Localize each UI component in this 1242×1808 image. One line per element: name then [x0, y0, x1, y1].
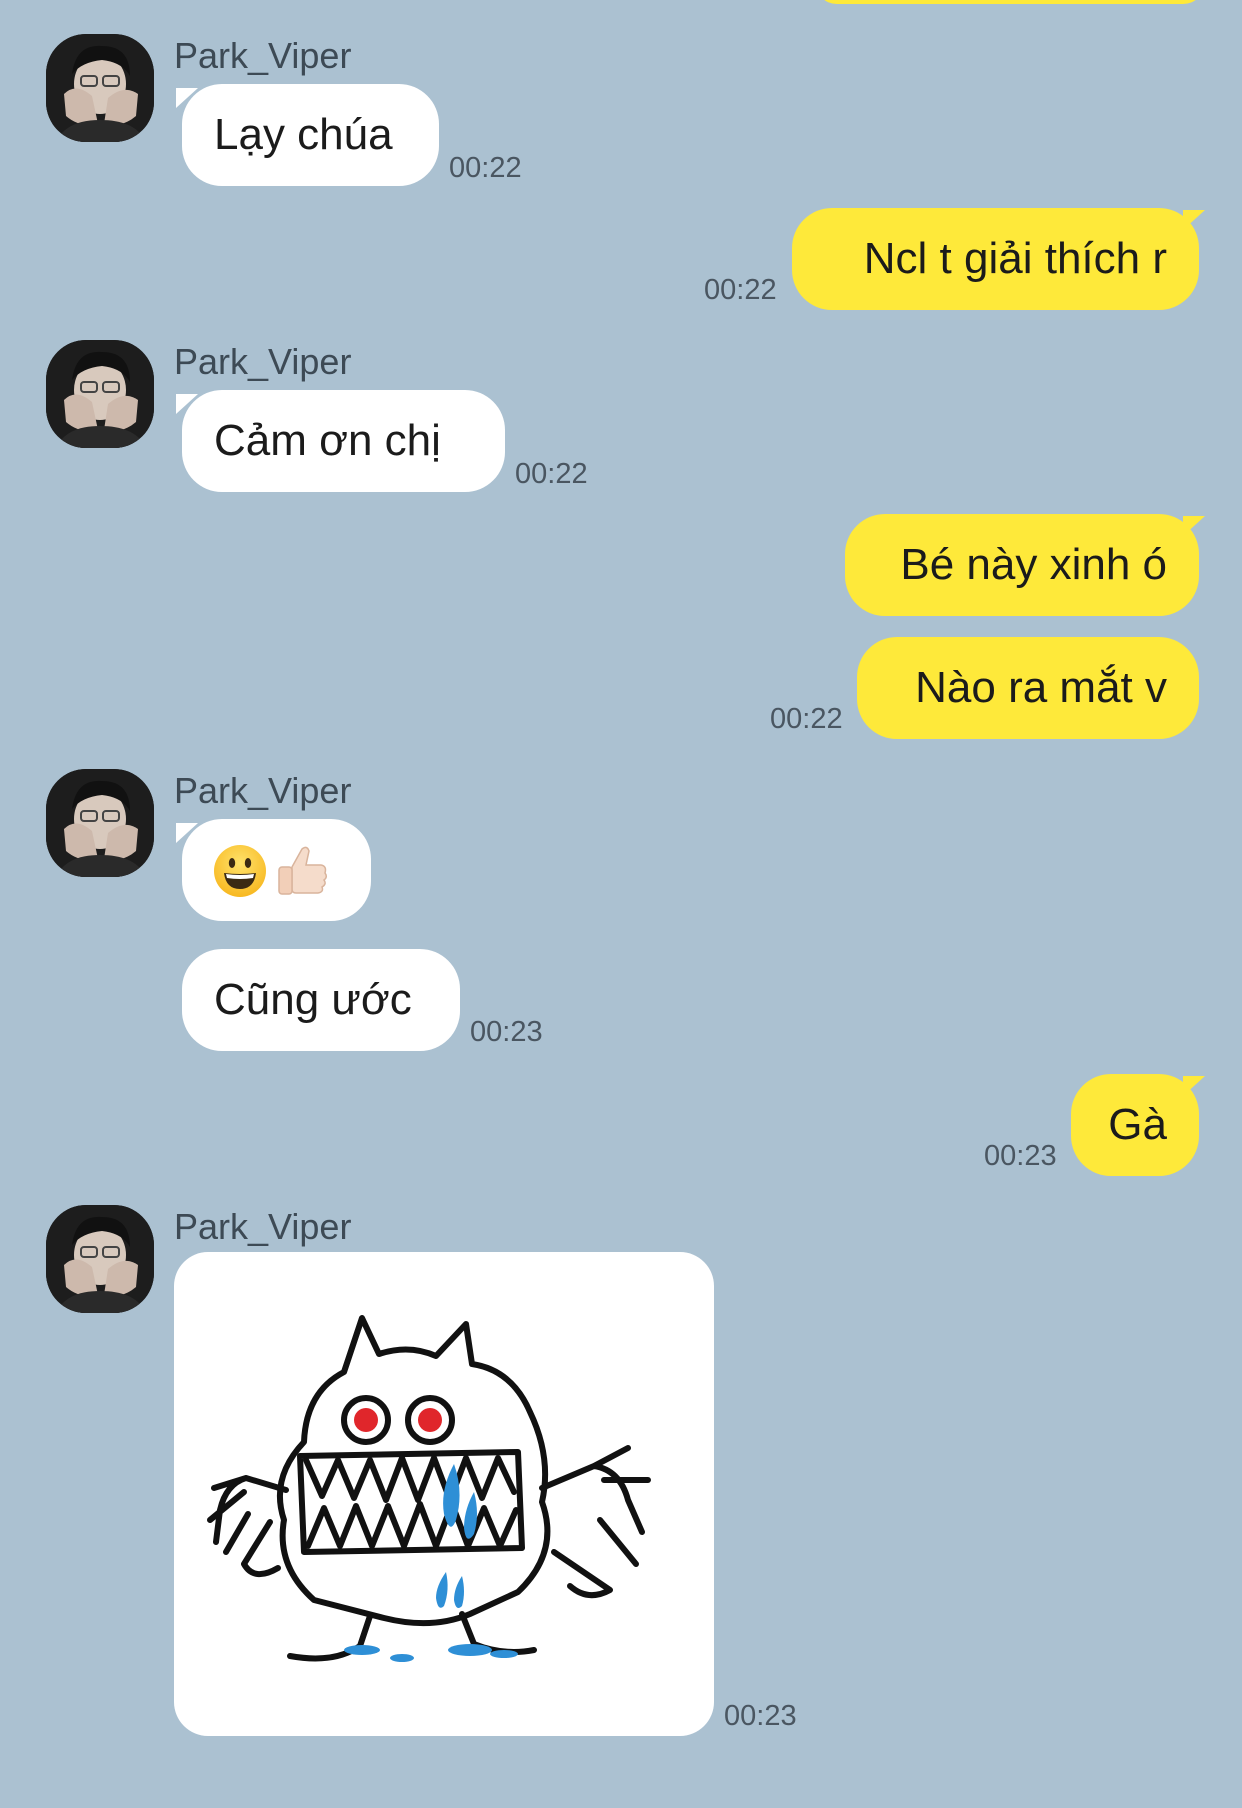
- message-bubble[interactable]: Lạy chúa: [182, 84, 439, 186]
- crying-monster-sticker[interactable]: [174, 1252, 714, 1736]
- message-time: 00:22: [704, 274, 777, 306]
- message-time: 00:23: [984, 1140, 1057, 1172]
- avatar[interactable]: [46, 769, 154, 877]
- message-bubble[interactable]: Cảm ơn chị: [182, 390, 505, 492]
- previous-outgoing-bubble[interactable]: [815, 0, 1205, 4]
- message-time: 00:23: [470, 1016, 543, 1048]
- message-bubble[interactable]: Bé này xinh ó: [845, 514, 1199, 616]
- sender-name: Park_Viper: [174, 1206, 352, 1247]
- thumbs-up-emoji: [278, 846, 328, 895]
- avatar-image: [46, 340, 154, 448]
- message-time: 00:22: [449, 152, 522, 184]
- sender-name: Park_Viper: [174, 341, 352, 382]
- avatar-image: [46, 34, 154, 142]
- message-bubble[interactable]: Nào ra mắt v: [857, 637, 1199, 739]
- avatar-image: [46, 1205, 154, 1313]
- grinning-face-emoji: [214, 845, 266, 897]
- avatar[interactable]: [46, 340, 154, 448]
- message-time: 00:22: [515, 458, 588, 490]
- avatar[interactable]: [46, 34, 154, 142]
- chat-window: Park_Viper Lạy chúa 00:22 Ncl t giải thí…: [0, 0, 1242, 1808]
- message-time: 00:23: [724, 1700, 797, 1732]
- sender-name: Park_Viper: [174, 770, 352, 811]
- message-bubble[interactable]: Gà: [1071, 1074, 1199, 1176]
- message-time: 00:22: [770, 703, 843, 735]
- message-bubble[interactable]: Ncl t giải thích r: [792, 208, 1199, 310]
- message-bubble[interactable]: Cũng ước: [182, 949, 460, 1051]
- emoji-row: [212, 843, 330, 901]
- avatar[interactable]: [46, 1205, 154, 1313]
- avatar-image: [46, 769, 154, 877]
- crying-monster-drawing: [207, 1315, 651, 1662]
- sender-name: Park_Viper: [174, 35, 352, 76]
